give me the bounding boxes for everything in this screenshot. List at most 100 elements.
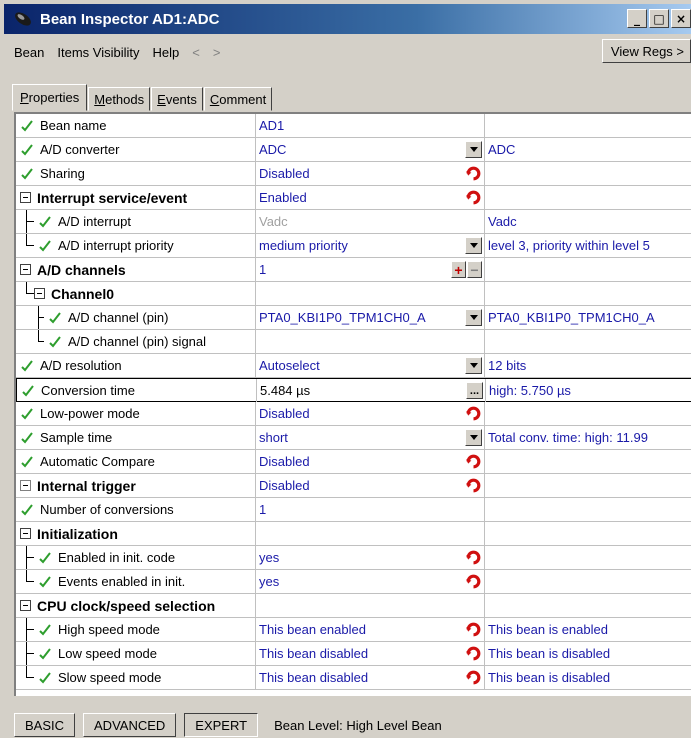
property-name: Conversion time [41, 383, 135, 398]
property-value[interactable]: This bean enabled [259, 622, 366, 637]
cycle-value-icon[interactable] [465, 669, 482, 686]
property-value[interactable]: yes [259, 550, 279, 565]
tab-strip: Properties Methods Events Comment [12, 84, 273, 111]
collapse-icon[interactable] [20, 480, 31, 491]
menu-bar: Bean Items Visibility Help < > View Regs… [14, 38, 691, 66]
property-row-internal-trigger[interactable]: Internal trigger Disabled [16, 474, 691, 498]
check-icon [39, 671, 51, 684]
dropdown-arrow-icon[interactable] [465, 429, 482, 446]
remove-item-button[interactable]: − [467, 261, 482, 278]
cycle-value-icon[interactable] [465, 189, 482, 206]
collapse-icon[interactable] [20, 192, 31, 203]
cycle-value-icon[interactable] [465, 477, 482, 494]
collapse-icon[interactable] [20, 528, 31, 539]
cycle-value-icon[interactable] [465, 165, 482, 182]
property-value[interactable]: This bean disabled [259, 646, 368, 661]
property-value[interactable]: medium priority [259, 238, 348, 253]
property-row-bean-name[interactable]: Bean name AD1 [16, 114, 691, 138]
property-row-number-of-conversions[interactable]: Number of conversions 1 [16, 498, 691, 522]
close-button[interactable]: × [671, 9, 691, 28]
property-value[interactable]: Autoselect [259, 358, 320, 373]
property-row-low-power-mode[interactable]: Low-power mode Disabled [16, 402, 691, 426]
tree-line [22, 570, 34, 593]
property-value[interactable]: Disabled [259, 406, 310, 421]
property-value: Vadc [259, 214, 288, 229]
add-item-button[interactable]: + [451, 261, 466, 278]
property-row-ad-channels[interactable]: A/D channels 1 + − [16, 258, 691, 282]
maximize-button[interactable]: □ [649, 9, 669, 28]
menu-items-visibility[interactable]: Items Visibility [57, 45, 139, 60]
property-row-ad-interrupt-priority[interactable]: A/D interrupt priority medium priority l… [16, 234, 691, 258]
property-name: Events enabled in init. [58, 574, 186, 589]
dropdown-arrow-icon[interactable] [465, 357, 482, 374]
property-row-ad-channel-pin[interactable]: A/D channel (pin) PTA0_KBI1P0_TPM1CH0_A … [16, 306, 691, 330]
collapse-icon[interactable] [20, 600, 31, 611]
title-bar[interactable]: Bean Inspector AD1:ADC _ □ × [4, 4, 691, 34]
property-row-high-speed-mode[interactable]: High speed mode This bean enabled This b… [16, 618, 691, 642]
property-row-slow-speed-mode[interactable]: Slow speed mode This bean disabled This … [16, 666, 691, 690]
property-name: A/D converter [40, 142, 120, 157]
property-group-name: Interrupt service/event [37, 189, 188, 206]
menu-bean[interactable]: Bean [14, 45, 44, 60]
tab-events-label: vents [165, 91, 197, 107]
dropdown-arrow-icon[interactable] [465, 141, 482, 158]
property-value[interactable]: short [259, 430, 288, 445]
tab-properties[interactable]: Properties [12, 84, 88, 111]
property-value[interactable]: PTA0_KBI1P0_TPM1CH0_A [259, 310, 426, 325]
property-value[interactable]: Disabled [259, 454, 310, 469]
property-row-automatic-compare[interactable]: Automatic Compare Disabled [16, 450, 691, 474]
property-row-ad-converter[interactable]: A/D converter ADC ADC [16, 138, 691, 162]
ellipsis-button[interactable]: ... [466, 382, 483, 399]
advanced-level-button[interactable]: ADVANCED [83, 713, 177, 737]
property-row-cpu-clock-speed-selection[interactable]: CPU clock/speed selection [16, 594, 691, 618]
property-row-channel0[interactable]: Channel0 [16, 282, 691, 306]
property-value[interactable]: 1 [259, 502, 266, 517]
check-icon [39, 215, 51, 228]
cycle-value-icon[interactable] [465, 453, 482, 470]
property-value[interactable]: 1 [259, 262, 266, 277]
property-value[interactable]: This bean disabled [259, 670, 368, 685]
property-row-ad-channel-pin-signal[interactable]: A/D channel (pin) signal [16, 330, 691, 354]
bean-inspector-window: Bean Inspector AD1:ADC _ □ × Bean Items … [0, 0, 691, 738]
tab-methods-label: ethods [105, 91, 145, 107]
property-row-sharing[interactable]: Sharing Disabled [16, 162, 691, 186]
property-row-conversion-time[interactable]: Conversion time 5.484 µs... high: 5.750 … [16, 378, 691, 402]
collapse-icon[interactable] [34, 288, 45, 299]
conversion-time-input[interactable]: 5.484 µs [260, 383, 310, 398]
minimize-button[interactable]: _ [627, 9, 647, 28]
property-value[interactable]: Disabled [259, 166, 310, 181]
property-value[interactable]: ADC [259, 142, 286, 157]
property-value[interactable]: Disabled [259, 478, 310, 493]
cycle-value-icon[interactable] [465, 549, 482, 566]
check-icon [39, 647, 51, 660]
property-value[interactable]: AD1 [259, 118, 284, 133]
cycle-value-icon[interactable] [465, 645, 482, 662]
cycle-value-icon[interactable] [465, 405, 482, 422]
menu-help[interactable]: Help [153, 45, 180, 60]
expert-level-button[interactable]: EXPERT [184, 713, 259, 737]
collapse-icon[interactable] [20, 264, 31, 275]
cycle-value-icon[interactable] [465, 573, 482, 590]
property-name: Bean name [40, 118, 107, 133]
property-row-enabled-in-init-code[interactable]: Enabled in init. code yes [16, 546, 691, 570]
property-row-initialization[interactable]: Initialization [16, 522, 691, 546]
tab-methods[interactable]: Methods [88, 87, 151, 111]
property-row-ad-resolution[interactable]: A/D resolution Autoselect 12 bits [16, 354, 691, 378]
forward-arrow-icon[interactable]: > [213, 45, 221, 60]
tab-comment[interactable]: Comment [203, 87, 273, 111]
property-row-sample-time[interactable]: Sample time short Total conv. time: high… [16, 426, 691, 450]
property-row-low-speed-mode[interactable]: Low speed mode This bean disabled This b… [16, 642, 691, 666]
dropdown-arrow-icon[interactable] [465, 309, 482, 326]
dropdown-arrow-icon[interactable] [465, 237, 482, 254]
cycle-value-icon[interactable] [465, 621, 482, 638]
property-row-interrupt-service[interactable]: Interrupt service/event Enabled [16, 186, 691, 210]
property-value[interactable]: yes [259, 574, 279, 589]
property-row-ad-interrupt[interactable]: A/D interrupt Vadc Vadc [16, 210, 691, 234]
view-regs-button[interactable]: View Regs > [601, 39, 691, 63]
tab-events[interactable]: Events [151, 87, 203, 111]
property-value[interactable]: Enabled [259, 190, 307, 205]
property-name: A/D interrupt [58, 214, 131, 229]
back-arrow-icon[interactable]: < [192, 45, 200, 60]
basic-level-button[interactable]: BASIC [14, 713, 76, 737]
property-row-events-enabled-in-init[interactable]: Events enabled in init. yes [16, 570, 691, 594]
